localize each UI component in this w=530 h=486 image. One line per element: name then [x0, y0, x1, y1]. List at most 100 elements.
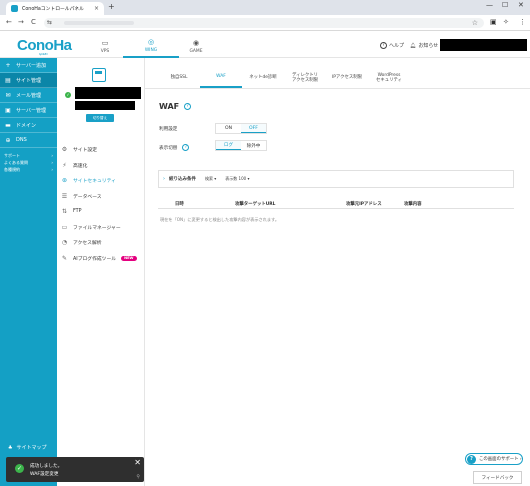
- menu-ftp[interactable]: ⇅ FTP: [61, 204, 143, 220]
- page-support-button[interactable]: ? この画面のサポート ›: [465, 453, 523, 465]
- sidebar-item-site-management[interactable]: ▤ サイト管理: [0, 73, 57, 88]
- column-target-url: 攻撃ターゲットURL: [235, 202, 276, 207]
- address-bar[interactable]: ⇆ ☆: [44, 18, 484, 28]
- maximize-button[interactable]: ☐: [502, 1, 508, 9]
- menu-access-analytics[interactable]: ◔ アクセス解析: [61, 235, 143, 251]
- site-icon: ▤: [5, 76, 11, 84]
- lightning-icon: ⚡: [62, 161, 67, 169]
- sitemap-link[interactable]: ♣ サイトマップ: [8, 444, 47, 452]
- vps-icon: ▭: [101, 39, 109, 47]
- notice-link[interactable]: 🔔︎ お知らせ: [410, 42, 438, 50]
- site-panel: ✓ 切り替え ⚙ サイト設定 ⚡ 高速化 ⊛ サイトセキュリティ ☰ データベー…: [57, 58, 145, 486]
- sidebar-item-domain[interactable]: ▬ ドメイン: [0, 118, 57, 133]
- column-attack-content: 攻撃内容: [404, 202, 422, 207]
- tab-title: ConoHaコントロールパネル: [22, 7, 84, 12]
- account-name-redacted[interactable]: [440, 39, 527, 51]
- browser-tab[interactable]: ConoHaコントロールパネル ×: [6, 2, 104, 15]
- menu-site-security[interactable]: ⊛ サイトセキュリティ: [61, 173, 143, 189]
- toast-title: 成功しました。: [30, 464, 63, 469]
- success-toast: ✓ 成功しました。 WAF設定変更 ✕ ⚲: [6, 457, 144, 482]
- domain-icon: ▬: [5, 121, 11, 129]
- menu-database[interactable]: ☰ データベース: [61, 189, 143, 205]
- site-domain-redacted: [75, 101, 135, 110]
- analytics-icon: ◔: [61, 239, 68, 247]
- url-text-redacted: [64, 21, 134, 25]
- menu-file-manager[interactable]: ▭ ファイルマネージャー: [61, 220, 143, 236]
- menu-site-settings[interactable]: ⚙ サイト設定: [61, 142, 143, 158]
- site-name-redacted: [75, 87, 141, 99]
- globe-icon: ⊕: [5, 136, 11, 144]
- menu-ai-blog-tool[interactable]: ✎ AIブログ作成ツール NEW: [61, 251, 143, 267]
- logo-sub: by GMO: [39, 52, 48, 56]
- bookmark-star-icon[interactable]: ☆: [472, 19, 478, 27]
- switch-site-button[interactable]: 切り替え: [86, 114, 114, 122]
- feedback-button[interactable]: フィードバック: [473, 471, 522, 484]
- tab-directory-access[interactable]: ディレクトリ アクセス制限: [284, 68, 326, 88]
- service-tab-game[interactable]: ◉ GAME: [168, 36, 224, 58]
- shield-icon: ⊛: [61, 177, 68, 185]
- tab-wordpress-security[interactable]: WordPress セキュリティ: [368, 68, 410, 88]
- toast-message: WAF設定変更: [30, 472, 59, 477]
- chevron-right-icon: ›: [51, 153, 53, 158]
- browser-tab-bar: ConoHaコントロールパネル × + — ☐ ✕: [0, 0, 530, 15]
- period-select[interactable]: 検索 ▾: [205, 176, 216, 182]
- help-circle-icon[interactable]: ?: [184, 103, 192, 110]
- display-mode-label: 表示切替 ?: [159, 144, 190, 151]
- count-select[interactable]: 表示数 100 ▾: [225, 176, 249, 182]
- main-sidebar: + サーバー追加 ▤ サイト管理 ✉ メール管理 ▣ サーバー管理 ▬ ドメイン…: [0, 58, 57, 486]
- tab-close-icon[interactable]: ×: [94, 5, 99, 12]
- mail-icon: ✉: [5, 91, 11, 99]
- back-button[interactable]: ←: [6, 18, 12, 26]
- folder-icon: ▭: [61, 223, 68, 231]
- reload-button[interactable]: C: [31, 18, 36, 26]
- sidebar-item-server[interactable]: ▣ サーバー管理: [0, 103, 57, 118]
- database-icon: ☰: [61, 192, 68, 200]
- filter-label: 絞り込み条件: [169, 177, 196, 182]
- usage-setting-label: 利用設定: [159, 127, 178, 132]
- sidebar-item-mail[interactable]: ✉ メール管理: [0, 88, 57, 103]
- empty-table-message: 現在を「ON」に変更すると検出した攻撃内容が表示されます。: [160, 217, 280, 222]
- ftp-icon: ⇅: [61, 208, 68, 216]
- browser-toolbar: ← → C ⇆ ☆ ▣ ✧ ⋮: [0, 15, 530, 31]
- extension-icon[interactable]: ▣: [490, 18, 497, 26]
- mode-exclude-option[interactable]: 除外中: [241, 141, 266, 150]
- sidebar-link-faq[interactable]: よくある質問 ›: [4, 159, 53, 166]
- column-source-ip: 攻撃元IPアドレス: [346, 202, 382, 207]
- divider: [145, 88, 530, 89]
- usage-on-option[interactable]: ON: [216, 124, 241, 133]
- chevron-right-icon: ›: [51, 167, 53, 172]
- sidebar-sub-links: サポート › よくある質問 › 各種規約 ›: [0, 148, 57, 173]
- new-tab-button[interactable]: +: [108, 2, 115, 11]
- chevron-right-icon: ›: [163, 176, 165, 182]
- sidebar-item-add-server[interactable]: + サーバー追加: [0, 58, 57, 73]
- new-badge: NEW: [121, 255, 137, 261]
- tab-ssl[interactable]: 独自SSL: [158, 68, 200, 88]
- help-circle-icon: ?: [467, 454, 476, 464]
- close-window-button[interactable]: ✕: [518, 1, 524, 9]
- tab-waf[interactable]: WAF: [200, 68, 242, 88]
- filter-panel[interactable]: › 絞り込み条件 検索 ▾ 表示数 100 ▾: [158, 170, 514, 188]
- minimize-button[interactable]: —: [486, 1, 493, 9]
- game-controller-icon: ◉: [192, 39, 200, 47]
- close-icon[interactable]: ✕: [134, 458, 141, 467]
- site-info-icon[interactable]: ⇆: [47, 19, 52, 26]
- column-datetime: 日時: [175, 202, 184, 207]
- mode-log-option[interactable]: ログ: [216, 141, 241, 150]
- log-table-header: 日時 攻撃ターゲットURL 攻撃元IPアドレス 攻撃内容: [158, 200, 514, 209]
- tab-ip-access[interactable]: IPアクセス制限: [326, 68, 368, 88]
- usage-toggle: ON OFF: [215, 123, 267, 134]
- forward-button[interactable]: →: [18, 18, 24, 26]
- sidebar-link-terms[interactable]: 各種規約 ›: [4, 166, 53, 173]
- extensions-puzzle-icon[interactable]: ✧: [503, 18, 509, 26]
- tab-net-diagnosis[interactable]: ネットde診断: [242, 68, 284, 88]
- pin-icon[interactable]: ⚲: [136, 474, 140, 480]
- sidebar-link-support[interactable]: サポート ›: [4, 152, 53, 159]
- help-circle-icon[interactable]: ?: [182, 144, 190, 151]
- browser-menu-icon[interactable]: ⋮: [519, 18, 526, 26]
- sidebar-item-dns[interactable]: ⊕ DNS: [0, 133, 57, 148]
- menu-speedup[interactable]: ⚡ 高速化: [61, 158, 143, 174]
- help-link[interactable]: ? ヘルプ: [380, 42, 404, 49]
- conoha-logo[interactable]: ConoHa by GMO: [17, 37, 72, 56]
- usage-off-option[interactable]: OFF: [241, 124, 266, 133]
- sitemap-icon: ♣: [8, 444, 13, 451]
